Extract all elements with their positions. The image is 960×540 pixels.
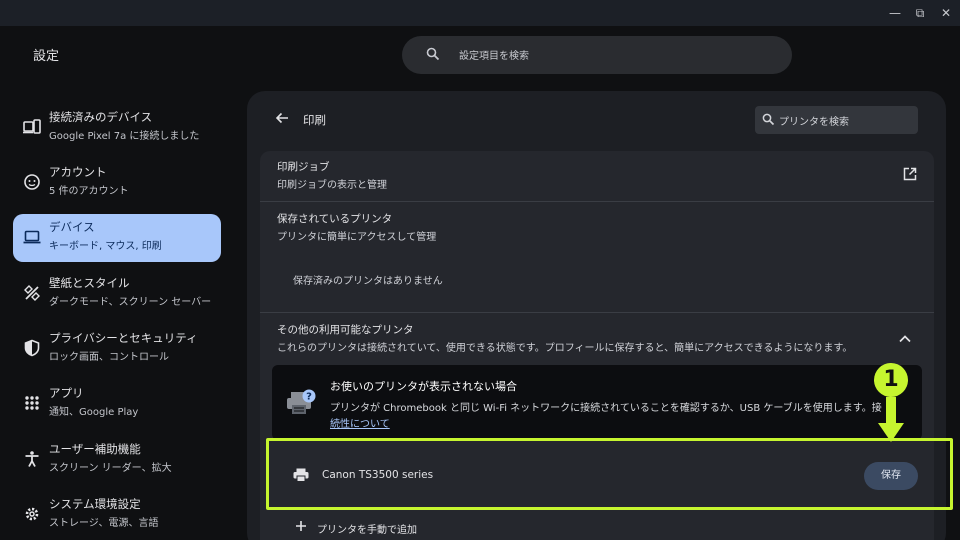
sidebar-item-wallpaper-style[interactable]: 壁紙とスタイル ダークモード、スクリーン セーバー — [13, 270, 221, 318]
sidebar-item-connected-devices[interactable]: 接続済みのデバイス Google Pixel 7a に接続しました — [13, 104, 221, 152]
sidebar-item-subtitle: ストレージ、電源、言語 — [49, 518, 159, 529]
sidebar-item-subtitle: スクリーン リーダー、拡大 — [49, 463, 172, 474]
saved-printers-title: 保存されているプリンタ — [277, 213, 393, 225]
sidebar-item-device[interactable]: デバイス キーボード, マウス, 印刷 — [13, 214, 221, 262]
back-arrow-icon[interactable] — [275, 111, 289, 125]
printer-search-box[interactable]: プリンタを検索 — [755, 106, 918, 134]
sidebar-item-subtitle: Google Pixel 7a に接続しました — [49, 131, 200, 142]
sidebar-item-apps[interactable]: アプリ 通知、Google Play — [13, 380, 221, 428]
account-face-icon — [24, 174, 40, 190]
sidebar-item-subtitle: キーボード, マウス, 印刷 — [49, 241, 162, 252]
connectivity-help-link[interactable]: 続性について — [330, 415, 390, 430]
print-jobs-subtitle: 印刷ジョブの表示と管理 — [277, 180, 387, 191]
settings-search-box[interactable]: 設定項目を検索 — [402, 36, 792, 74]
sidebar-item-title: プライバシーとセキュリティ — [49, 331, 198, 345]
maximize-button[interactable]: ⧉ — [911, 4, 929, 22]
add-printer-manually-button[interactable]: プリンタを手動で追加 — [317, 521, 417, 536]
sidebar-item-title: 壁紙とスタイル — [49, 276, 130, 290]
sidebar-item-subtitle: ロック画面、コントロール — [49, 352, 169, 363]
accessibility-icon — [25, 451, 39, 467]
open-external-icon[interactable] — [903, 167, 917, 181]
notice-title: お使いのプリンタが表示されない場合 — [330, 380, 517, 393]
sidebar-item-title: ユーザー補助機能 — [49, 442, 141, 456]
page-title: 印刷 — [303, 113, 326, 127]
sidebar-item-subtitle: 5 件のアカウント — [49, 186, 129, 197]
search-input[interactable]: 設定項目を検索 — [459, 47, 529, 62]
saved-printers-subtitle: プリンタに簡単にアクセスして管理 — [277, 232, 437, 243]
divider — [260, 201, 934, 202]
svg-text:?: ? — [306, 392, 312, 403]
paint-brush-icon — [24, 285, 40, 301]
gear-icon — [25, 507, 39, 521]
divider — [260, 312, 934, 313]
highlight-box — [266, 438, 953, 510]
sidebar-item-title: アプリ — [49, 386, 84, 400]
app-title: 設定 — [33, 49, 60, 64]
close-button[interactable]: ✕ — [937, 4, 955, 22]
sidebar-item-title: 接続済みのデバイス — [49, 110, 153, 124]
laptop-icon — [23, 230, 41, 244]
sidebar-item-accounts[interactable]: アカウント 5 件のアカウント — [13, 159, 221, 207]
printer-help-icon: ? — [287, 389, 316, 414]
sidebar-item-system-preferences[interactable]: システム環境設定 ストレージ、電源、言語 — [13, 491, 221, 539]
step-number-badge: 1 — [874, 363, 908, 397]
apps-grid-icon — [25, 396, 39, 410]
sidebar-item-title: デバイス — [49, 220, 95, 234]
available-printers-title: その他の利用可能なプリンタ — [277, 324, 414, 336]
sidebar-item-subtitle: ダークモード、スクリーン セーバー — [49, 297, 212, 308]
chevron-up-icon[interactable] — [898, 333, 912, 345]
phone-laptop-icon — [23, 119, 41, 134]
sidebar-item-privacy-security[interactable]: プライバシーとセキュリティ ロック画面、コントロール — [13, 325, 221, 373]
printer-search-input[interactable]: プリンタを検索 — [779, 113, 849, 128]
no-saved-printers-text: 保存済みのプリンタはありません — [293, 276, 443, 287]
sidebar-item-title: システム環境設定 — [49, 497, 141, 511]
minimize-button[interactable]: — — [886, 4, 904, 22]
sidebar-item-accessibility[interactable]: ユーザー補助機能 スクリーン リーダー、拡大 — [13, 436, 221, 484]
notice-body: プリンタが Chromebook と同じ Wi-Fi ネットワークに接続されてい… — [330, 403, 882, 414]
add-icon[interactable] — [295, 520, 307, 532]
arrow-down-icon — [878, 397, 904, 442]
shield-icon — [24, 339, 40, 357]
print-jobs-title[interactable]: 印刷ジョブ — [277, 159, 330, 174]
window-titlebar: — ⧉ ✕ — [0, 0, 960, 26]
search-icon — [426, 47, 440, 61]
search-icon — [762, 113, 775, 126]
available-printers-subtitle: これらのプリンタは接続されていて、使用できる状態です。プロフィールに保存すると、… — [277, 343, 853, 354]
sidebar-item-title: アカウント — [49, 165, 107, 179]
sidebar-item-subtitle: 通知、Google Play — [49, 407, 139, 418]
